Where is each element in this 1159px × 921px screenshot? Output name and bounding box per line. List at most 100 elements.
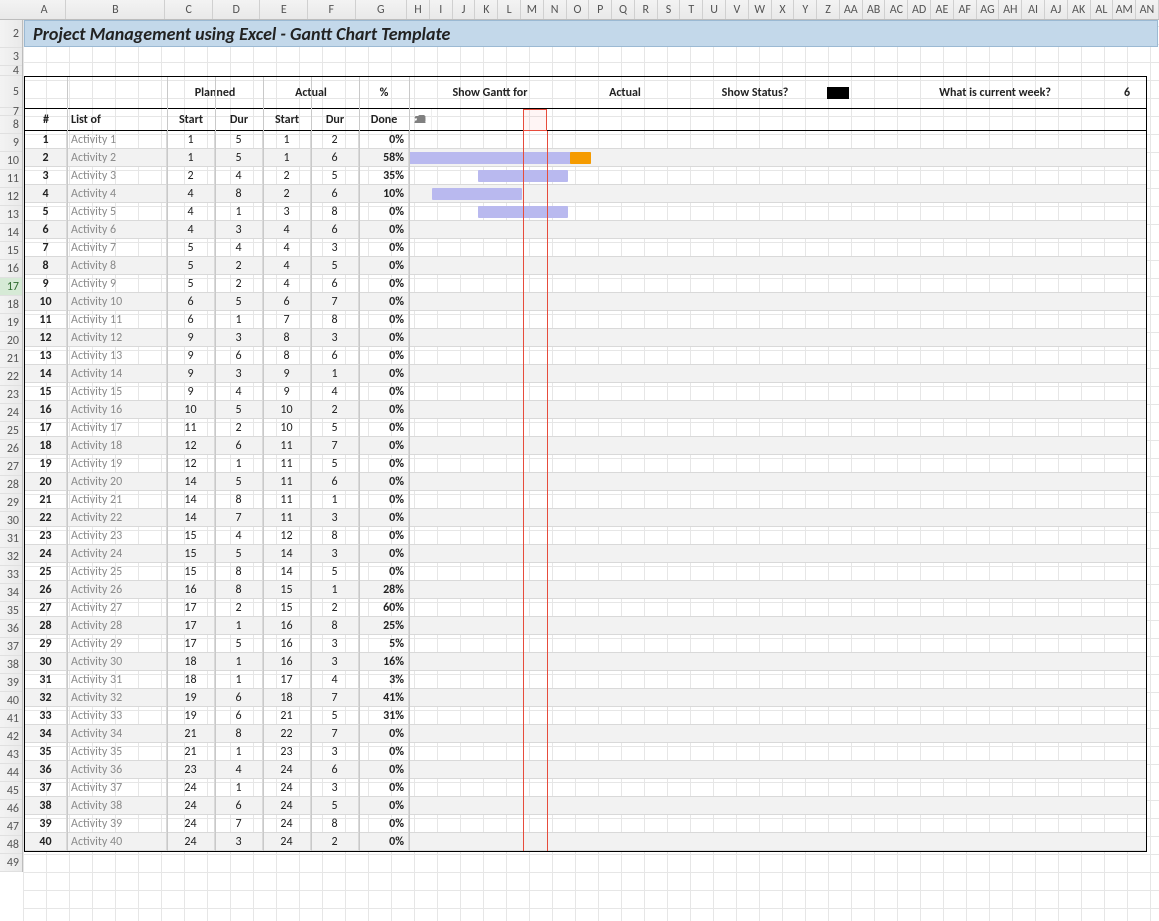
cell-num[interactable]: 26 [25,581,67,598]
col-header-A[interactable]: A [23,0,67,19]
col-header-C[interactable]: C [165,0,213,19]
cell-pdur[interactable]: 8 [215,491,263,508]
cell-num[interactable]: 11 [25,311,67,328]
cell-num[interactable]: 31 [25,671,67,688]
cell-pstart[interactable]: 12 [167,455,215,472]
cell-pstart[interactable]: 16 [167,581,215,598]
table-row[interactable]: 6Activity 643460% [25,221,1146,239]
cell-pct[interactable]: 0% [359,725,409,742]
cell-adur[interactable]: 3 [311,239,359,256]
table-row[interactable]: 17Activity 171121050% [25,419,1146,437]
cell-num[interactable]: 19 [25,455,67,472]
cell-activity[interactable]: Activity 25 [67,563,167,580]
cell-pct[interactable]: 0% [359,473,409,490]
table-row[interactable]: 19Activity 191211150% [25,455,1146,473]
cell-pstart[interactable]: 5 [167,275,215,292]
cell-pstart[interactable]: 24 [167,779,215,796]
row-header-45[interactable]: 45 [0,782,22,800]
cell-pct[interactable]: 0% [359,221,409,238]
cell-astart[interactable]: 24 [263,797,311,814]
col-header-K[interactable]: K [475,0,498,19]
cell-pdur[interactable]: 8 [215,563,263,580]
cell-pstart[interactable]: 5 [167,239,215,256]
cell-pct[interactable]: 41% [359,689,409,706]
cell-pct[interactable]: 60% [359,599,409,616]
cell-num[interactable]: 13 [25,347,67,364]
row-header-25[interactable]: 25 [0,422,22,440]
cell-activity[interactable]: Activity 16 [67,401,167,418]
cell-pdur[interactable]: 6 [215,689,263,706]
cell-pdur[interactable]: 1 [215,203,263,220]
col-header-Y[interactable]: Y [794,0,817,19]
row-header-21[interactable]: 21 [0,350,22,368]
cell-astart[interactable]: 11 [263,491,311,508]
table-row[interactable]: 26Activity 2616815128% [25,581,1146,599]
cell-activity[interactable]: Activity 23 [67,527,167,544]
col-header-AF[interactable]: AF [954,0,977,19]
cell-adur[interactable]: 2 [311,401,359,418]
cell-astart[interactable]: 8 [263,347,311,364]
cell-pct[interactable]: 0% [359,743,409,760]
cell-pct[interactable]: 35% [359,167,409,184]
col-header-AH[interactable]: AH [999,0,1022,19]
cell-pdur[interactable]: 2 [215,257,263,274]
row-header-42[interactable]: 42 [0,728,22,746]
cell-astart[interactable]: 1 [263,149,311,166]
cell-num[interactable]: 20 [25,473,67,490]
cell-num[interactable]: 28 [25,617,67,634]
cell-adur[interactable]: 2 [311,599,359,616]
cell-pdur[interactable]: 1 [215,779,263,796]
cell-adur[interactable]: 2 [311,833,359,850]
cell-activity[interactable]: Activity 20 [67,473,167,490]
table-row[interactable]: 29Activity 291751635% [25,635,1146,653]
col-header-B[interactable]: B [66,0,165,19]
col-header-H[interactable]: H [407,0,430,19]
col-header-D[interactable]: D [213,0,261,19]
cell-adur[interactable]: 4 [311,383,359,400]
col-header-U[interactable]: U [703,0,726,19]
cell-astart[interactable]: 11 [263,509,311,526]
cell-pstart[interactable]: 9 [167,347,215,364]
cell-activity[interactable]: Activity 2 [67,149,167,166]
row-header-10[interactable]: 10 [0,152,22,170]
table-row[interactable]: 14Activity 1493910% [25,365,1146,383]
row-header-34[interactable]: 34 [0,584,22,602]
cell-astart[interactable]: 2 [263,167,311,184]
row-header-5[interactable]: 5 [0,76,22,108]
row-header-13[interactable]: 13 [0,206,22,224]
cell-num[interactable]: 5 [25,203,67,220]
cell-activity[interactable]: Activity 29 [67,635,167,652]
cell-pdur[interactable]: 3 [215,329,263,346]
table-row[interactable]: 16Activity 161051020% [25,401,1146,419]
cell-astart[interactable]: 11 [263,455,311,472]
cell-activity[interactable]: Activity 27 [67,599,167,616]
row-header-35[interactable]: 35 [0,602,22,620]
cell-astart[interactable]: 15 [263,599,311,616]
cell-pstart[interactable]: 9 [167,383,215,400]
col-adur[interactable]: Dur [311,109,359,130]
cell-activity[interactable]: Activity 36 [67,761,167,778]
cell-num[interactable]: 29 [25,635,67,652]
cell-pstart[interactable]: 15 [167,527,215,544]
table-row[interactable]: 24Activity 241551430% [25,545,1146,563]
cell-pct[interactable]: 10% [359,185,409,202]
row-header-18[interactable]: 18 [0,296,22,314]
row-header-38[interactable]: 38 [0,656,22,674]
cell-pct[interactable]: 0% [359,761,409,778]
cell-astart[interactable]: 10 [263,419,311,436]
cell-pstart[interactable]: 11 [167,419,215,436]
row-header-7[interactable]: 7 [0,108,22,116]
cell-adur[interactable]: 5 [311,167,359,184]
col-header-V[interactable]: V [726,0,749,19]
cell-pct[interactable]: 3% [359,671,409,688]
row-header-9[interactable]: 9 [0,134,22,152]
row-header-27[interactable]: 27 [0,458,22,476]
col-header-N[interactable]: N [544,0,567,19]
cell-pstart[interactable]: 14 [167,491,215,508]
cell-pdur[interactable]: 4 [215,383,263,400]
row-header-30[interactable]: 30 [0,512,22,530]
cell-num[interactable]: 33 [25,707,67,724]
cell-pct[interactable]: 58% [359,149,409,166]
cell-astart[interactable]: 11 [263,437,311,454]
cell-pdur[interactable]: 4 [215,167,263,184]
